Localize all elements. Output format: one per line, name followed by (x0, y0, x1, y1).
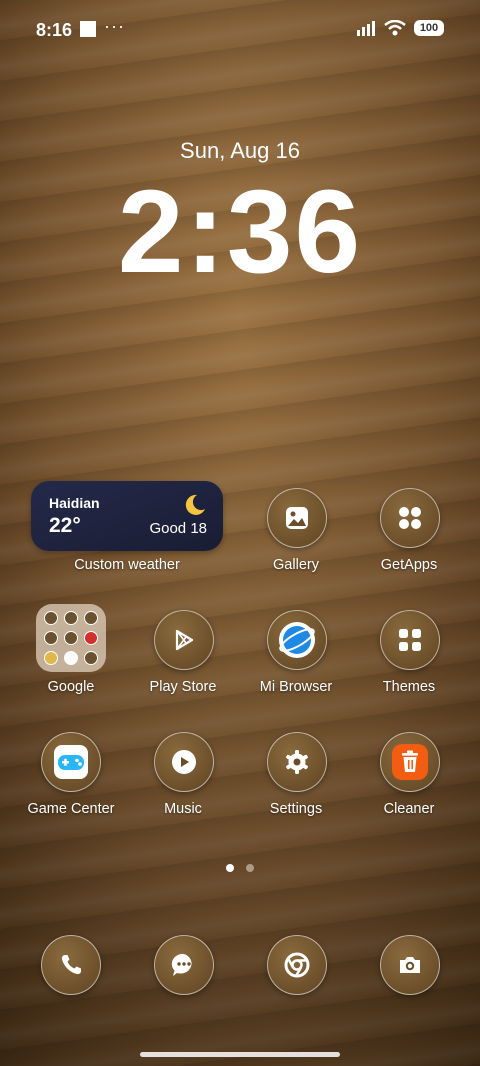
folder-app-icon (44, 651, 58, 665)
notification-square-icon (80, 21, 96, 37)
trash-icon (392, 744, 428, 780)
message-icon (171, 953, 192, 976)
status-icons: 100 (356, 20, 444, 36)
status-bar: 8:16 ··· 100 (0, 0, 480, 60)
status-time: 8:16 (36, 20, 73, 40)
lockscreen-clock[interactable]: 2:36 (0, 167, 480, 298)
dock-chrome[interactable] (267, 935, 327, 995)
folder-app-icon (64, 631, 78, 645)
folder-app-icon (84, 651, 98, 665)
browser-icon (279, 622, 315, 658)
gallery-icon (286, 507, 308, 529)
weather-air-quality: Good 18 (149, 520, 207, 537)
gallery-app[interactable] (267, 488, 327, 548)
lockscreen-date: Sun, Aug 16 (180, 138, 300, 163)
weather-city: Haidian (49, 495, 100, 511)
settings-app[interactable] (267, 732, 327, 792)
music-app[interactable] (154, 732, 214, 792)
mi-browser-app[interactable] (267, 610, 327, 670)
weather-temperature: 22° (49, 514, 81, 537)
game-center-icon (54, 745, 88, 779)
dock-phone[interactable] (41, 935, 101, 995)
cleaner-app[interactable] (380, 732, 440, 792)
folder-app-icon (44, 631, 58, 645)
getapps-app[interactable] (380, 488, 440, 548)
phone-icon (61, 955, 81, 975)
dock-camera[interactable] (380, 935, 440, 995)
signal-icon (357, 21, 375, 36)
folder-app-icon (64, 651, 78, 665)
google-label: Google (47, 679, 95, 695)
settings-label: Settings (269, 801, 323, 817)
battery-icon: 100 (414, 20, 444, 36)
page-dot (246, 864, 254, 872)
wifi-icon (384, 20, 406, 36)
page-indicator (226, 864, 254, 872)
themes-icon (399, 629, 421, 651)
music-label: Music (164, 801, 202, 817)
play-store-icon (175, 629, 194, 651)
folder-app-icon (84, 631, 98, 645)
gallery-label: Gallery (273, 557, 319, 573)
google-folder[interactable] (36, 604, 106, 672)
dock-messages[interactable] (154, 935, 214, 995)
game-center-app[interactable] (41, 732, 101, 792)
moon-icon (185, 494, 205, 515)
play-store-label: Play Store (149, 679, 217, 695)
folder-app-icon (44, 611, 58, 625)
weather-widget-label: Custom weather (74, 557, 180, 573)
music-icon (172, 750, 196, 774)
page-dot-active (226, 864, 234, 872)
play-store-app[interactable] (154, 610, 214, 670)
getapps-label: GetApps (380, 557, 438, 573)
camera-icon (400, 957, 420, 973)
gear-icon (286, 750, 308, 774)
themes-label: Themes (382, 679, 436, 695)
getapps-icon (399, 507, 421, 529)
cleaner-label: Cleaner (383, 801, 435, 817)
folder-app-icon (84, 611, 98, 625)
themes-app[interactable] (380, 610, 440, 670)
mi-browser-label: Mi Browser (259, 679, 333, 695)
weather-widget[interactable]: Haidian 22° Good 18 (31, 481, 223, 551)
folder-app-icon (64, 611, 78, 625)
more-notifications-icon: ··· (104, 16, 125, 36)
home-gesture-bar[interactable] (140, 1052, 340, 1057)
chrome-icon (284, 952, 310, 978)
game-center-label: Game Center (27, 801, 115, 817)
